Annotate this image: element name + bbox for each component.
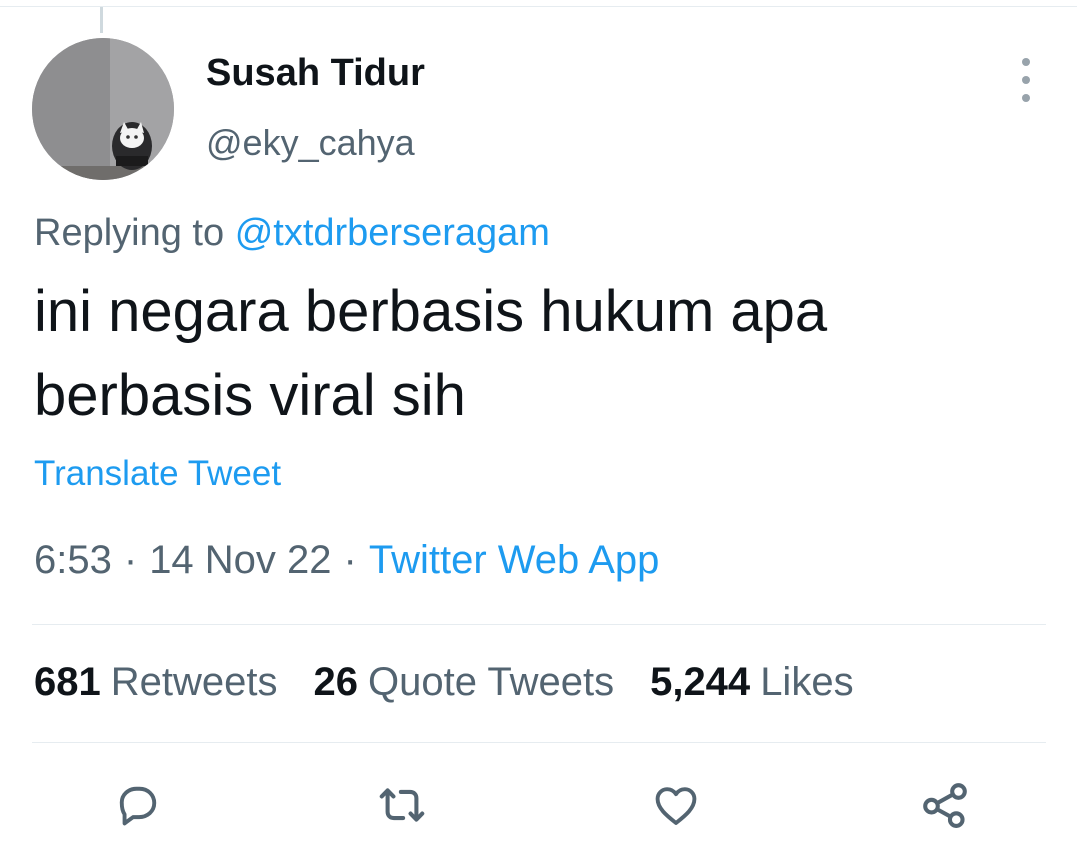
likes-label: Likes [760, 660, 854, 704]
tweet-time[interactable]: 6:53 [34, 538, 112, 582]
quote-tweets-count: 26 [313, 660, 359, 704]
reply-icon [119, 786, 157, 826]
thread-connector-line [100, 7, 103, 33]
more-dot-icon [1022, 58, 1030, 66]
like-icon [655, 787, 697, 825]
retweets-count: 681 [34, 660, 101, 704]
retweet-button[interactable] [372, 775, 432, 835]
translate-tweet-link[interactable]: Translate Tweet [34, 454, 281, 494]
replying-to: Replying to @txtdrberseragam [34, 212, 550, 255]
stats-top-divider [32, 624, 1046, 625]
retweet-icon [379, 788, 425, 822]
more-options-button[interactable] [1006, 58, 1046, 102]
stats-bottom-divider [32, 742, 1046, 743]
retweets-stat[interactable]: 681 Retweets [34, 660, 278, 705]
reply-mention-link[interactable]: @txtdrberseragam [235, 212, 550, 254]
top-divider [0, 6, 1077, 7]
avatar[interactable] [32, 38, 174, 180]
more-dot-icon [1022, 94, 1030, 102]
reply-button[interactable] [108, 775, 168, 835]
tweet-text-line: ini negara berbasis hukum apa [34, 279, 828, 344]
meta-separator: · [343, 538, 357, 582]
avatar-image [32, 38, 174, 180]
tweet-date[interactable]: 14 Nov 22 [149, 538, 331, 582]
share-button[interactable] [915, 775, 975, 835]
quote-tweets-stat[interactable]: 26 Quote Tweets [314, 660, 615, 705]
tweet-meta: 6:53 · 14 Nov 22 · Twitter Web App [34, 538, 659, 583]
tweet-source-link[interactable]: Twitter Web App [369, 538, 660, 582]
replying-to-label: Replying to [34, 212, 225, 254]
quote-tweets-label: Quote Tweets [368, 660, 615, 704]
likes-stat[interactable]: 5,244 Likes [650, 660, 854, 705]
tweet-text: ini negara berbasis hukum apa berbasis v… [34, 270, 1034, 438]
display-name[interactable]: Susah Tidur [206, 52, 425, 95]
retweets-label: Retweets [110, 660, 278, 704]
meta-separator: · [123, 538, 138, 582]
share-icon [923, 783, 967, 828]
like-button[interactable] [646, 775, 706, 835]
more-dot-icon [1022, 76, 1030, 84]
tweet-text-line: berbasis viral sih [34, 363, 466, 428]
user-handle[interactable]: @eky_cahya [206, 122, 415, 164]
likes-count: 5,244 [650, 660, 751, 704]
engagement-stats: 681 Retweets 26 Quote Tweets 5,244 Likes [34, 660, 854, 705]
